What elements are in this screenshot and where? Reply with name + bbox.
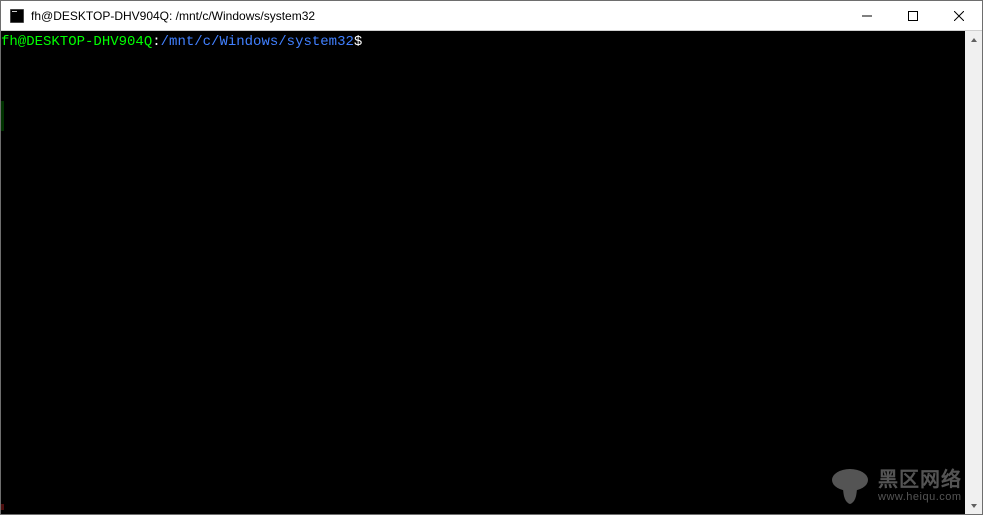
scroll-track[interactable] bbox=[965, 48, 982, 497]
app-icon bbox=[9, 8, 25, 24]
prompt-path: /mnt/c/Windows/system32 bbox=[161, 34, 354, 50]
scroll-down-button[interactable] bbox=[965, 497, 982, 514]
minimize-button[interactable] bbox=[844, 1, 890, 30]
maximize-button[interactable] bbox=[890, 1, 936, 30]
terminal-output[interactable]: fh@DESKTOP-DHV904Q:/mnt/c/Windows/system… bbox=[1, 31, 965, 514]
vertical-scrollbar[interactable] bbox=[965, 31, 982, 514]
close-button[interactable] bbox=[936, 1, 982, 30]
prompt-symbol: $ bbox=[354, 34, 362, 50]
terminal-window: fh@DESKTOP-DHV904Q: /mnt/c/Windows/syste… bbox=[0, 0, 983, 515]
titlebar[interactable]: fh@DESKTOP-DHV904Q: /mnt/c/Windows/syste… bbox=[1, 1, 982, 31]
window-title: fh@DESKTOP-DHV904Q: /mnt/c/Windows/syste… bbox=[31, 9, 844, 23]
scroll-up-button[interactable] bbox=[965, 31, 982, 48]
prompt-separator: : bbox=[152, 34, 160, 50]
window-controls bbox=[844, 1, 982, 30]
prompt-user-host: fh@DESKTOP-DHV904Q bbox=[1, 34, 152, 50]
terminal-area: fh@DESKTOP-DHV904Q:/mnt/c/Windows/system… bbox=[1, 31, 982, 514]
